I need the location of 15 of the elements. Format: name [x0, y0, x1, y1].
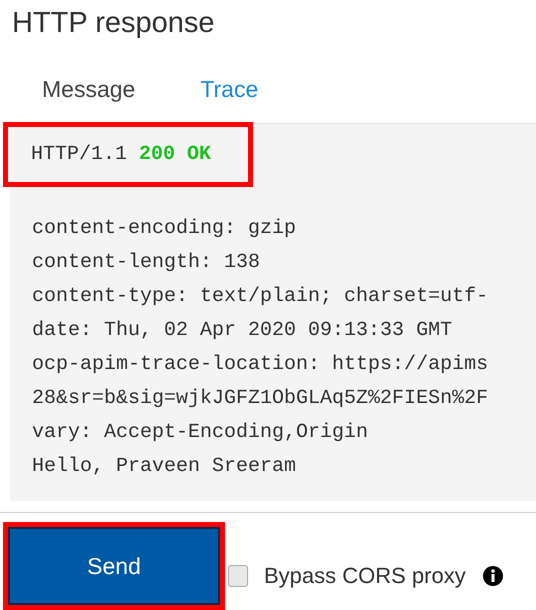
response-line: date: Thu, 02 Apr 2020 09:13:33 GMT [32, 318, 454, 344]
response-line: vary: Accept-Encoding,Origin [32, 420, 370, 446]
tab[interactable]: Message [42, 72, 136, 106]
checkbox[interactable] [228, 564, 248, 586]
response-line: content-length: 138 [32, 250, 262, 276]
checkbox-label: Bypass CORS proxy [264, 562, 466, 590]
tab[interactable]: Trace [200, 72, 258, 106]
info-icon[interactable] [482, 564, 504, 586]
response-line: ocp-apim-trace-location: https://apims [32, 352, 488, 378]
response-line: content-encoding: gzip [32, 216, 298, 242]
send-button[interactable]: Send [3, 522, 225, 610]
response-line: 28&sr=b&sig=wjkJGFZ1ObGLAq5Z%2FIESn%2F [32, 386, 488, 412]
response-line: Hello, Praveen Sreeram [32, 454, 298, 480]
response-line: content-type: text/plain; charset=utf- [32, 284, 488, 310]
section-title: HTTP response [12, 6, 215, 41]
